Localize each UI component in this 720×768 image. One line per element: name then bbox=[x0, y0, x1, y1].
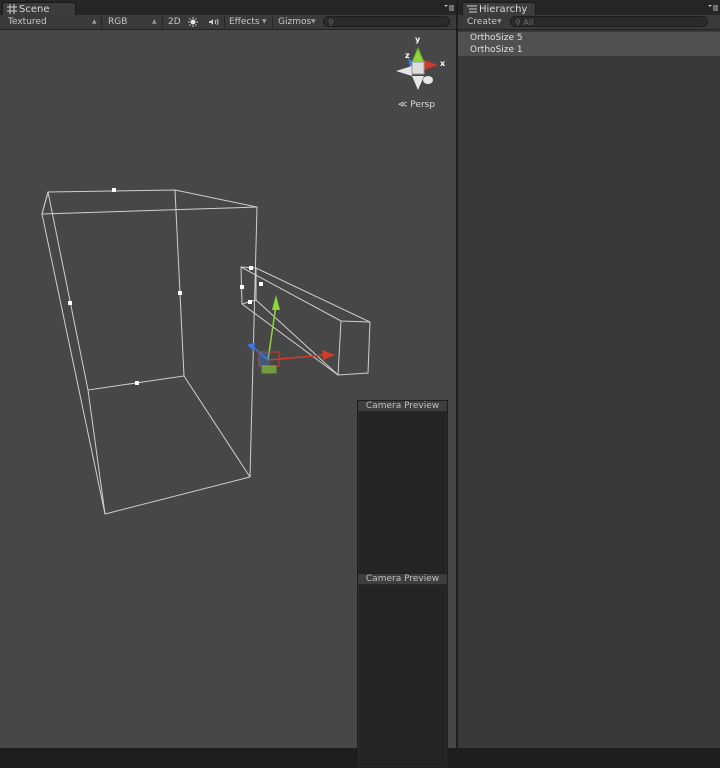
hierarchy-panel: Hierarchy Create ▼ ⚲ All OrthoSize 5 Ort… bbox=[458, 0, 720, 748]
dropdown-arrow-icon: ▼ bbox=[497, 18, 502, 25]
audio-toggle[interactable] bbox=[207, 15, 221, 29]
projection-label: Persp bbox=[410, 100, 436, 110]
tab-scene-label: Scene bbox=[19, 4, 50, 15]
gizmos-dropdown[interactable]: Gizmos ▼ bbox=[278, 15, 318, 29]
axis-z-label: z bbox=[405, 51, 410, 60]
speaker-icon bbox=[209, 18, 219, 26]
camera-preview-window: Camera Preview bbox=[357, 400, 448, 595]
camera-preview-title: Camera Preview bbox=[358, 401, 447, 411]
axis-x-label: x bbox=[440, 59, 446, 68]
updown-arrow-icon: ▲ bbox=[92, 18, 97, 25]
tab-hierarchy[interactable]: Hierarchy bbox=[462, 2, 536, 15]
toggle-2d-button[interactable]: 2D bbox=[168, 15, 181, 29]
scene-panel: Scene Textured ▲ RGB ▲ 2D Effects ▼ Gizm… bbox=[0, 0, 456, 768]
scene-grid-icon bbox=[7, 4, 17, 14]
hierarchy-tabbar: Hierarchy bbox=[458, 0, 720, 15]
search-icon: ⚲ bbox=[328, 18, 334, 27]
toolbar-divider bbox=[224, 16, 225, 28]
toolbar-divider bbox=[162, 16, 163, 28]
frustum-handles bbox=[68, 188, 263, 385]
hierarchy-item[interactable]: OrthoSize 1 bbox=[458, 44, 720, 56]
panel-menu-icon[interactable] bbox=[708, 4, 718, 12]
lighting-toggle[interactable] bbox=[187, 15, 199, 29]
color-mode-dropdown[interactable]: RGB ▲ bbox=[108, 15, 158, 29]
scene-viewport[interactable]: y x z ≪ Persp Camera Preview Camera Prev… bbox=[0, 30, 456, 768]
scene-toolbar: Textured ▲ RGB ▲ 2D Effects ▼ Gizmos ▼ ⚲ bbox=[0, 15, 456, 30]
effects-label: Effects bbox=[229, 17, 260, 27]
hierarchy-list: OrthoSize 5 OrthoSize 1 bbox=[458, 32, 720, 56]
search-icon: ⚲ bbox=[515, 18, 521, 27]
color-mode-label: RGB bbox=[108, 17, 128, 27]
sun-icon bbox=[188, 17, 198, 27]
effects-dropdown[interactable]: Effects ▼ bbox=[229, 15, 269, 29]
list-icon bbox=[467, 5, 477, 13]
hierarchy-search-placeholder: All bbox=[523, 18, 534, 27]
hierarchy-search-field[interactable]: ⚲ All bbox=[510, 16, 708, 27]
toolbar-divider bbox=[272, 16, 273, 28]
projection-toggle[interactable]: ≪ Persp bbox=[398, 100, 435, 110]
render-mode-label: Textured bbox=[8, 17, 47, 27]
axis-y-label: y bbox=[415, 35, 421, 44]
create-label: Create bbox=[467, 17, 497, 27]
hierarchy-item[interactable]: OrthoSize 5 bbox=[458, 32, 720, 44]
scene-search-field[interactable]: ⚲ bbox=[323, 16, 450, 27]
panel-menu-icon[interactable] bbox=[444, 4, 454, 12]
camera-preview-render bbox=[359, 412, 446, 593]
create-dropdown[interactable]: Create ▼ bbox=[467, 15, 507, 29]
persp-chevron-icon: ≪ bbox=[398, 100, 408, 110]
camera-preview-render bbox=[359, 585, 446, 766]
orientation-gizmo[interactable] bbox=[396, 46, 438, 90]
render-mode-dropdown[interactable]: Textured ▲ bbox=[8, 15, 98, 29]
camera-frustum-large bbox=[41, 189, 258, 515]
camera-preview-window: Camera Preview bbox=[357, 573, 448, 768]
camera-preview-title: Camera Preview bbox=[358, 574, 447, 584]
tab-hierarchy-label: Hierarchy bbox=[479, 4, 528, 15]
dropdown-arrow-icon: ▼ bbox=[311, 18, 316, 25]
tab-scene[interactable]: Scene bbox=[2, 2, 76, 15]
updown-arrow-icon: ▲ bbox=[152, 18, 157, 25]
toolbar-divider bbox=[101, 16, 102, 28]
scene-tabbar: Scene bbox=[0, 0, 456, 15]
dropdown-arrow-icon: ▼ bbox=[262, 18, 267, 25]
move-gizmo[interactable] bbox=[247, 295, 335, 374]
gizmos-label: Gizmos bbox=[278, 17, 312, 27]
hierarchy-toolbar: Create ▼ ⚲ All bbox=[458, 15, 720, 30]
